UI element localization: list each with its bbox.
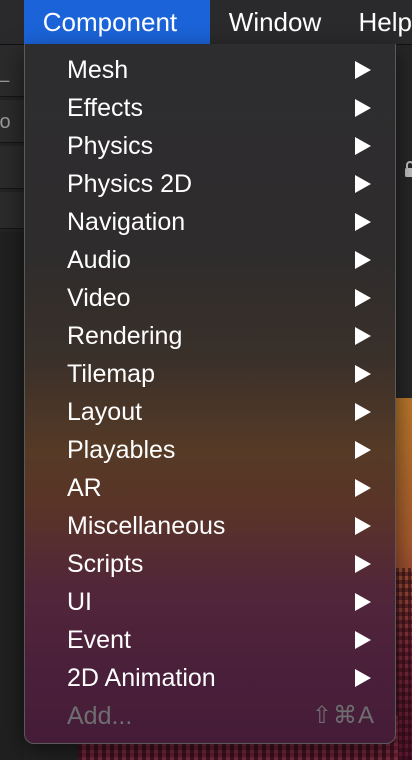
menu-item-label: Add...: [67, 702, 133, 730]
menu-bar: t Component Window Help: [0, 0, 412, 45]
menu-item-ar[interactable]: AR: [25, 469, 395, 507]
chevron-right-icon: [355, 127, 371, 165]
menu-item-label: Physics: [67, 132, 154, 160]
chevron-right-icon: [355, 317, 371, 355]
chevron-right-icon: [355, 583, 371, 621]
menu-item-label: Navigation: [67, 208, 186, 236]
menu-item-label: Playables: [67, 436, 176, 464]
menu-item-video[interactable]: Video: [25, 279, 395, 317]
menu-item-tilemap[interactable]: Tilemap: [25, 355, 395, 393]
editor-fragment-text: _: [0, 62, 9, 82]
chevron-right-icon: [355, 203, 371, 241]
menu-item-audio[interactable]: Audio: [25, 241, 395, 279]
menu-item-label: Scripts: [67, 550, 144, 578]
menu-item-label: Event: [67, 626, 131, 654]
menu-item-physics[interactable]: Physics: [25, 127, 395, 165]
menu-item-physics-2d[interactable]: Physics 2D: [25, 165, 395, 203]
menu-item-effects[interactable]: Effects: [25, 89, 395, 127]
menu-item-layout[interactable]: Layout: [25, 393, 395, 431]
menu-item-label: Mesh: [67, 56, 129, 84]
chevron-right-icon: [355, 279, 371, 317]
chevron-right-icon: [355, 393, 371, 431]
menu-item-label: Audio: [67, 246, 131, 274]
menu-item-label: AR: [67, 474, 102, 502]
keyboard-shortcut: ⇧⌘A: [311, 702, 375, 729]
menu-item-scripts[interactable]: Scripts: [25, 545, 395, 583]
chevron-right-icon: [355, 355, 371, 393]
menubar-item-window[interactable]: Window: [210, 0, 340, 44]
menubar-item-help[interactable]: Help: [340, 0, 412, 44]
menu-item-label: Miscellaneous: [67, 512, 226, 540]
menu-item-label: 2D Animation: [67, 664, 216, 692]
chevron-right-icon: [355, 469, 371, 507]
menu-item-add: Add... ⇧⌘A: [25, 697, 395, 735]
chevron-right-icon: [355, 89, 371, 127]
chevron-right-icon: [355, 51, 371, 89]
chevron-right-icon: [355, 431, 371, 469]
editor-fragment-text: .o: [0, 111, 11, 133]
chevron-right-icon: [355, 621, 371, 659]
menu-item-label: Physics 2D: [67, 170, 193, 198]
lock-icon[interactable]: [404, 160, 412, 178]
menu-item-label: Effects: [67, 94, 143, 122]
menu-item-label: Layout: [67, 398, 143, 426]
menu-item-navigation[interactable]: Navigation: [25, 203, 395, 241]
menubar-item-component[interactable]: Component: [23, 0, 210, 44]
menu-item-playables[interactable]: Playables: [25, 431, 395, 469]
menu-item-mesh[interactable]: Mesh: [25, 51, 395, 89]
menu-item-rendering[interactable]: Rendering: [25, 317, 395, 355]
chevron-right-icon: [355, 241, 371, 279]
menu-item-2d-animation[interactable]: 2D Animation: [25, 659, 395, 697]
menu-item-label: UI: [67, 588, 92, 616]
menu-item-label: Rendering: [67, 322, 183, 350]
editor-left-column: [0, 232, 24, 760]
component-dropdown-menu: Mesh Effects Physics Physics 2D Navigati…: [24, 44, 396, 744]
chevron-right-icon: [355, 659, 371, 697]
menu-item-miscellaneous[interactable]: Miscellaneous: [25, 507, 395, 545]
chevron-right-icon: [355, 165, 371, 203]
menubar-item-edit[interactable]: t: [0, 0, 24, 44]
scene-pixel-art: [396, 568, 412, 760]
chevron-right-icon: [355, 507, 371, 545]
menu-item-label: Tilemap: [67, 360, 155, 388]
chevron-right-icon: [355, 545, 371, 583]
menu-item-event[interactable]: Event: [25, 621, 395, 659]
menu-item-ui[interactable]: UI: [25, 583, 395, 621]
menu-item-label: Video: [67, 284, 131, 312]
